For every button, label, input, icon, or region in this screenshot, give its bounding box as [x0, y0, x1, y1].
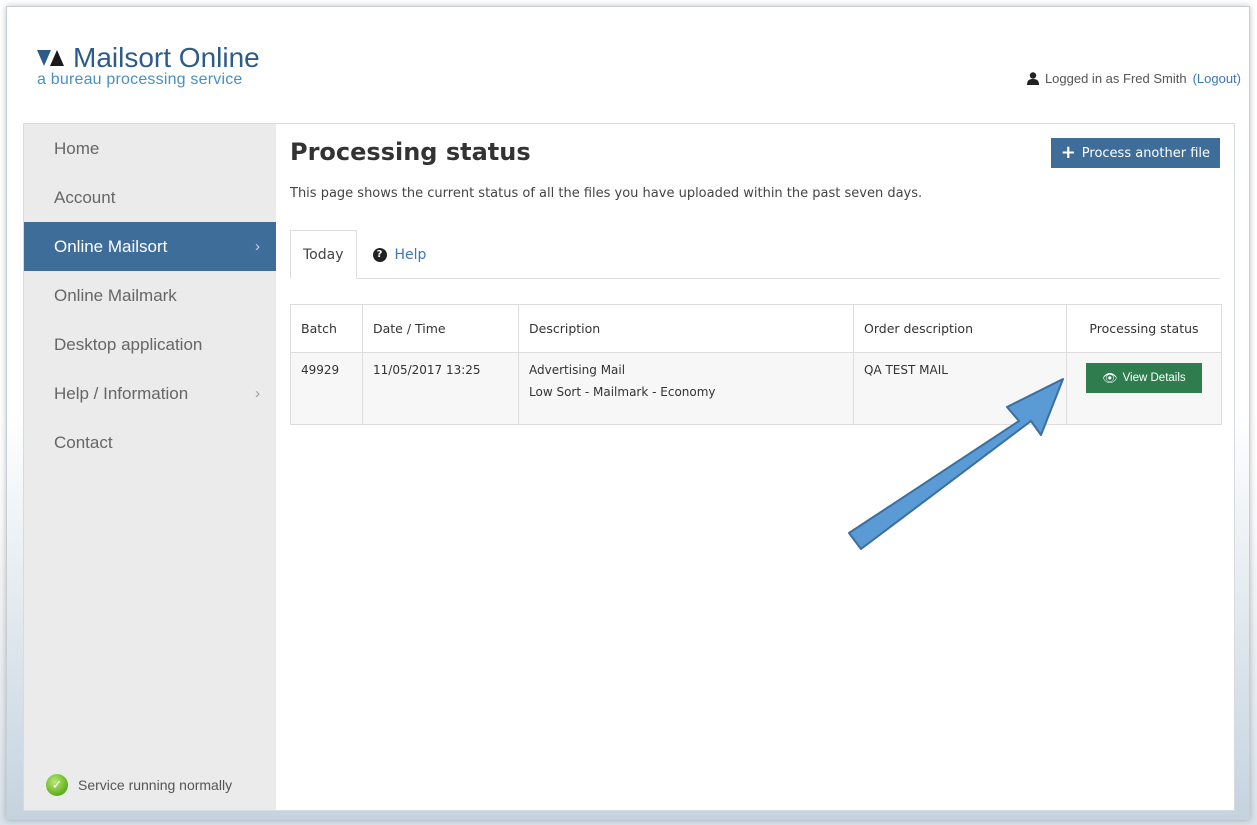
service-status-text: Service running normally — [78, 777, 233, 793]
app-window: Mailsort Online a bureau processing serv… — [6, 6, 1250, 820]
cell-batch: 49929 — [290, 352, 363, 425]
sidebar: Home Account Online Mailsort › Online Ma… — [24, 124, 276, 810]
sidebar-item-online-mailsort[interactable]: Online Mailsort › — [24, 222, 276, 271]
check-circle-icon: ✓ — [46, 774, 68, 796]
main-content: Processing status + Process another file… — [276, 124, 1234, 810]
sidebar-item-label: Desktop application — [54, 334, 203, 354]
logo-title-row: Mailsort Online — [37, 43, 260, 73]
status-table: Batch Date / Time Description Order desc… — [290, 304, 1222, 425]
logo-title: Mailsort Online — [73, 42, 260, 73]
sidebar-item-desktop-application[interactable]: Desktop application — [24, 320, 276, 369]
view-details-label: View Details — [1122, 372, 1186, 384]
logged-in-text: Logged in as Fred Smith — [1044, 71, 1187, 86]
user-info: Logged in as Fred Smith (Logout) — [1026, 71, 1241, 86]
cell-processing-status: 👁 View Details — [1066, 352, 1222, 425]
sidebar-item-contact[interactable]: Contact — [24, 418, 276, 467]
page-title: Processing status — [290, 138, 531, 166]
description-line-1: Advertising Mail — [529, 363, 626, 377]
cell-order-description: QA TEST MAIL — [853, 352, 1067, 425]
tab-today[interactable]: Today — [290, 230, 357, 279]
column-header-processing-status: Processing status — [1066, 304, 1222, 353]
sidebar-item-home[interactable]: Home — [24, 124, 276, 173]
chevron-right-icon: › — [255, 238, 260, 255]
column-header-batch: Batch — [290, 304, 363, 353]
logo-triangles-icon — [37, 47, 71, 69]
sidebar-item-label: Home — [54, 138, 100, 158]
logout-link[interactable]: (Logout) — [1193, 71, 1241, 86]
cell-datetime: 11/05/2017 13:25 — [362, 352, 519, 425]
column-header-description: Description — [518, 304, 854, 353]
content-panel: Home Account Online Mailsort › Online Ma… — [23, 123, 1235, 811]
user-icon — [1026, 72, 1039, 85]
cell-description: Advertising Mail Low Sort - Mailmark - E… — [518, 352, 854, 425]
sidebar-item-label: Online Mailmark — [54, 285, 177, 305]
tab-label: Help — [394, 246, 427, 263]
page-intro: This page shows the current status of al… — [290, 186, 923, 201]
sidebar-item-help-information[interactable]: Help / Information › — [24, 369, 276, 418]
logo-subtitle: a bureau processing service — [37, 71, 243, 88]
view-details-button[interactable]: 👁 View Details — [1086, 363, 1202, 393]
tab-label: Today — [303, 246, 344, 263]
process-another-file-button[interactable]: + Process another file — [1050, 138, 1220, 168]
plus-icon: + — [1060, 142, 1076, 163]
table-header-row: Batch Date / Time Description Order desc… — [290, 304, 1222, 353]
description-line-2: Low Sort - Mailmark - Economy — [529, 385, 716, 399]
sidebar-item-label: Online Mailsort — [54, 236, 168, 256]
sidebar-item-account[interactable]: Account — [24, 173, 276, 222]
tab-bar: Today ? Help — [290, 230, 1220, 279]
column-header-datetime: Date / Time — [362, 304, 519, 353]
table-row: 49929 11/05/2017 13:25 Advertising Mail … — [290, 352, 1222, 425]
question-circle-icon: ? — [372, 247, 387, 262]
sidebar-item-label: Account — [54, 187, 116, 207]
process-another-file-label: Process another file — [1081, 145, 1210, 161]
tab-help[interactable]: ? Help — [357, 230, 439, 279]
sidebar-item-label: Help / Information — [54, 383, 189, 403]
chevron-right-icon: › — [255, 385, 260, 402]
logo[interactable]: Mailsort Online a bureau processing serv… — [37, 43, 260, 89]
service-status: ✓ Service running normally — [46, 774, 232, 796]
column-header-order-description: Order description — [853, 304, 1067, 353]
sidebar-item-online-mailmark[interactable]: Online Mailmark — [24, 271, 276, 320]
eye-icon: 👁 — [1102, 371, 1118, 385]
sidebar-item-label: Contact — [54, 432, 113, 452]
